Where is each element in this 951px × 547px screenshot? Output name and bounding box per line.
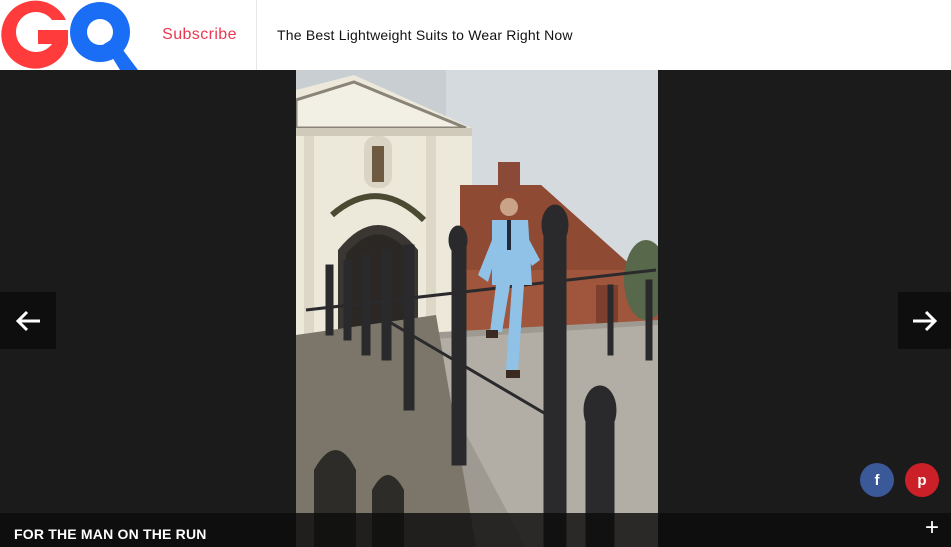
gq-logo[interactable] [0,0,138,70]
facebook-share-button[interactable]: f [860,463,894,497]
arrow-left-icon [15,310,40,331]
facebook-icon: f [874,471,880,489]
arrow-right-icon [912,310,937,331]
caption-bar: FOR THE MAN ON THE RUN + [0,513,951,547]
expand-caption-button[interactable]: + [925,516,939,540]
slide-photo[interactable] [296,70,658,547]
subscribe-link[interactable]: Subscribe [138,0,257,70]
site-header: Subscribe The Best Lightweight Suits to … [0,0,951,70]
next-slide-button[interactable] [898,292,951,349]
article-title: The Best Lightweight Suits to Wear Right… [277,27,573,43]
pinterest-share-button[interactable]: p [905,463,939,497]
page: Subscribe The Best Lightweight Suits to … [0,0,951,547]
slide-caption: FOR THE MAN ON THE RUN [14,526,207,542]
pinterest-icon: p [917,471,927,489]
slideshow: f p FOR THE MAN ON THE RUN + [0,70,951,547]
previous-slide-button[interactable] [0,292,56,349]
